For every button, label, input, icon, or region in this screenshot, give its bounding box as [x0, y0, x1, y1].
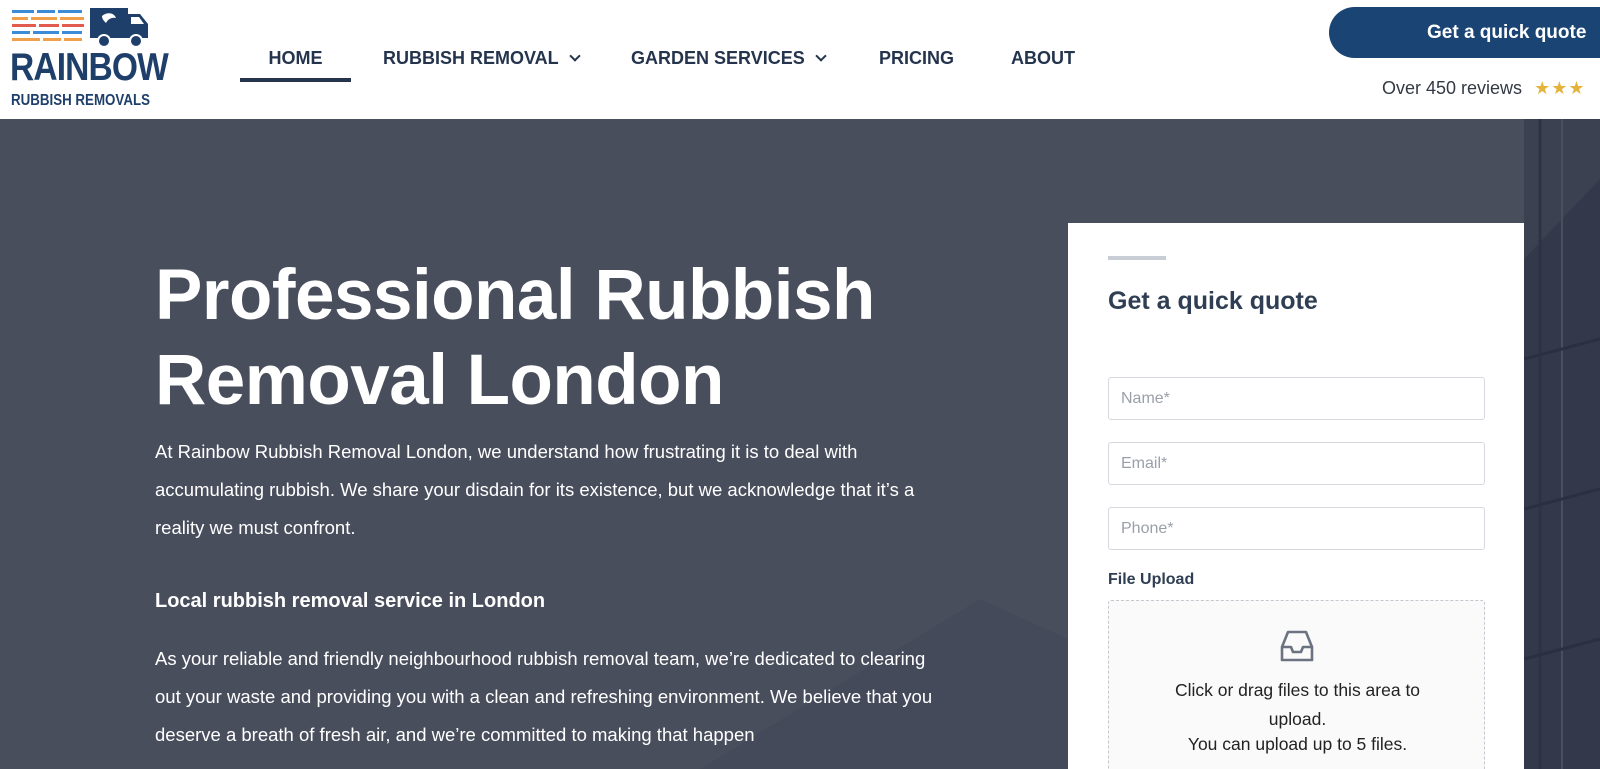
- upload-limit-text: You can upload up to 5 files.: [1187, 734, 1408, 754]
- star-rating-icon: ★★★: [1534, 78, 1586, 98]
- site-logo[interactable]: RAINBOW RUBBISH REMOVALS: [10, 4, 169, 110]
- chevron-down-icon: [815, 50, 827, 62]
- inbox-icon: [1280, 630, 1314, 662]
- file-upload-dropzone[interactable]: Click or drag files to this area to uplo…: [1108, 600, 1485, 769]
- logo-wordmark: RAINBOW: [10, 46, 169, 89]
- nav-item-home[interactable]: HOME: [240, 40, 351, 82]
- nav-item-label: PRICING: [879, 48, 955, 68]
- email-field[interactable]: [1108, 442, 1485, 485]
- hero-body-text: As your reliable and friendly neighbourh…: [155, 648, 933, 745]
- phone-field[interactable]: [1108, 507, 1485, 550]
- nav-item-rubbish-removal[interactable]: RUBBISH REMOVAL: [383, 40, 581, 82]
- get-quote-button[interactable]: Get a quick quote: [1329, 7, 1600, 58]
- hero-section: Professional Rubbish Removal London At R…: [0, 119, 1600, 769]
- nav-item-label: GARDEN SERVICES: [631, 48, 805, 68]
- hero-intro-text: At Rainbow Rubbish Removal London, we un…: [155, 441, 915, 538]
- nav-item-label: HOME: [268, 48, 323, 68]
- nav-item-label: ABOUT: [1011, 48, 1075, 68]
- upload-hint: Click or drag files to this area to uplo…: [1174, 680, 1421, 729]
- nav-item-pricing[interactable]: PRICING: [879, 40, 954, 82]
- reviews-summary[interactable]: Over 450 reviews ★★★: [1382, 78, 1585, 99]
- name-field[interactable]: [1108, 377, 1485, 420]
- card-accent-bar: [1108, 256, 1166, 260]
- delivery-truck-icon: [12, 8, 148, 48]
- quote-form-title: Get a quick quote: [1108, 287, 1318, 315]
- nav-item-about[interactable]: ABOUT: [1011, 40, 1075, 82]
- page-title: Professional Rubbish Removal London: [155, 256, 875, 420]
- quote-form-card: Get a quick quote File Upload Click or d…: [1068, 223, 1524, 769]
- reviews-text: Over 450 reviews: [1382, 78, 1523, 98]
- nav-item-garden-services[interactable]: GARDEN SERVICES: [631, 40, 827, 82]
- nav-item-label: RUBBISH REMOVAL: [383, 48, 559, 68]
- hero-subheading: Local rubbish removal service in London: [155, 590, 546, 612]
- site-header: RAINBOW RUBBISH REMOVALS HOME RUBBISH RE…: [0, 0, 1600, 119]
- chevron-down-icon: [569, 50, 581, 62]
- file-upload-label: File Upload: [1108, 571, 1195, 588]
- logo-tagline: RUBBISH REMOVALS: [11, 92, 150, 109]
